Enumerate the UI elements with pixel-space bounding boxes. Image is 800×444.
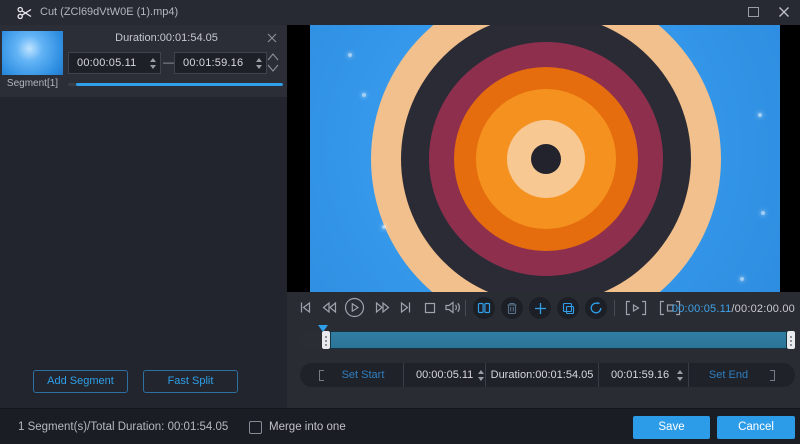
delete-icon[interactable] xyxy=(501,297,523,319)
star-speck xyxy=(740,277,744,281)
segments-summary: 1 Segment(s)/Total Duration: 00:01:54.05 xyxy=(18,409,228,444)
set-end-button[interactable]: Set End xyxy=(709,369,748,381)
chevron-down-icon[interactable] xyxy=(266,63,280,74)
delete-segment-icon[interactable] xyxy=(266,32,280,46)
trim-end-time-value[interactable]: 00:01:59.16 xyxy=(611,369,669,381)
current-time: 00:00:05.11 xyxy=(672,303,732,315)
trim-end-handle[interactable] xyxy=(787,331,795,349)
rewind-icon[interactable] xyxy=(321,300,338,315)
total-time: /00:02:00.00 xyxy=(731,303,795,315)
segment-range-bar xyxy=(68,83,283,86)
timeline-track[interactable] xyxy=(300,331,795,349)
trim-start-handle[interactable] xyxy=(322,331,330,349)
star-speck xyxy=(362,93,366,97)
play-icon[interactable] xyxy=(344,297,365,318)
trim-start-spinner[interactable] xyxy=(477,370,485,381)
timeline-selected-region[interactable] xyxy=(330,331,787,349)
segment-thumbnail[interactable] xyxy=(2,31,63,75)
add-segment-button[interactable]: Add Segment xyxy=(33,370,128,393)
start-time-spinner[interactable] xyxy=(146,58,160,69)
star-speck xyxy=(758,113,762,117)
merge-checkbox-label[interactable]: Merge into one xyxy=(269,409,346,444)
segment-start-time-value[interactable]: 00:00:05.11 xyxy=(69,57,146,69)
reset-icon[interactable] xyxy=(585,297,607,319)
trim-duration-label: Duration:00:01:54.05 xyxy=(486,363,598,387)
copy-icon[interactable] xyxy=(557,297,579,319)
segment-duration-label: Duration:00:01:54.05 xyxy=(68,32,265,44)
end-bracket-icon xyxy=(770,370,775,381)
playback-deck: 00:00:05.11/00:02:00.00 xyxy=(287,292,800,408)
timeline-unselected-region xyxy=(300,331,322,349)
trim-controls-bar: Set Start 00:00:05.11 Duration:00:01:54.… xyxy=(300,363,795,387)
start-bracket-icon xyxy=(319,370,324,381)
toolbar-divider xyxy=(614,300,615,316)
merge-checkbox[interactable] xyxy=(249,421,262,434)
video-preview-area xyxy=(287,25,800,292)
add-icon[interactable] xyxy=(529,297,551,319)
close-icon[interactable] xyxy=(777,5,791,19)
fast-split-button[interactable]: Fast Split xyxy=(143,370,238,393)
save-button[interactable]: Save xyxy=(633,416,710,439)
star-speck xyxy=(761,211,765,215)
trim-end-spinner[interactable] xyxy=(673,370,687,381)
volume-icon[interactable] xyxy=(444,300,462,315)
skip-end-icon[interactable] xyxy=(398,300,413,315)
chevron-up-icon[interactable] xyxy=(266,52,280,63)
window-title: Cut (ZCl69dVtW0E (1).mp4) xyxy=(40,0,178,25)
cancel-button[interactable]: Cancel xyxy=(717,416,795,439)
star-speck xyxy=(348,53,352,57)
stop-icon[interactable] xyxy=(424,302,436,314)
video-ring xyxy=(531,144,561,174)
video-frame[interactable] xyxy=(310,25,780,292)
trim-end-time-input[interactable]: 00:01:59.16 xyxy=(599,363,688,387)
star-speck xyxy=(382,225,386,229)
skip-start-icon[interactable] xyxy=(298,300,313,315)
play-segment-icon[interactable] xyxy=(625,300,647,316)
trim-start-time-value[interactable]: 00:00:05.11 xyxy=(416,369,473,381)
segments-panel: Duration:00:01:54.05 00:00:05.11 — 00:01… xyxy=(0,25,287,408)
footer-bar: 1 Segment(s)/Total Duration: 00:01:54.05… xyxy=(0,408,800,444)
segment-end-time-input[interactable]: 00:01:59.16 xyxy=(174,52,267,74)
fast-forward-icon[interactable] xyxy=(374,300,391,315)
segment-start-time-input[interactable]: 00:00:05.11 xyxy=(68,52,161,74)
trim-start-time-input[interactable]: 00:00:05.11 xyxy=(404,363,485,387)
time-display: 00:00:05.11/00:02:00.00 xyxy=(672,303,795,315)
split-icon[interactable] xyxy=(473,297,495,319)
time-range-dash: — xyxy=(163,55,173,69)
segment-label: Segment[1] xyxy=(0,78,65,89)
segment-end-time-value[interactable]: 00:01:59.16 xyxy=(175,57,252,69)
set-start-button[interactable]: Set Start xyxy=(342,369,385,381)
maximize-icon[interactable] xyxy=(748,7,759,17)
toolbar-divider xyxy=(465,300,466,316)
end-time-spinner[interactable] xyxy=(252,58,266,69)
title-bar: Cut (ZCl69dVtW0E (1).mp4) xyxy=(0,0,800,25)
scissors-icon xyxy=(17,5,33,21)
